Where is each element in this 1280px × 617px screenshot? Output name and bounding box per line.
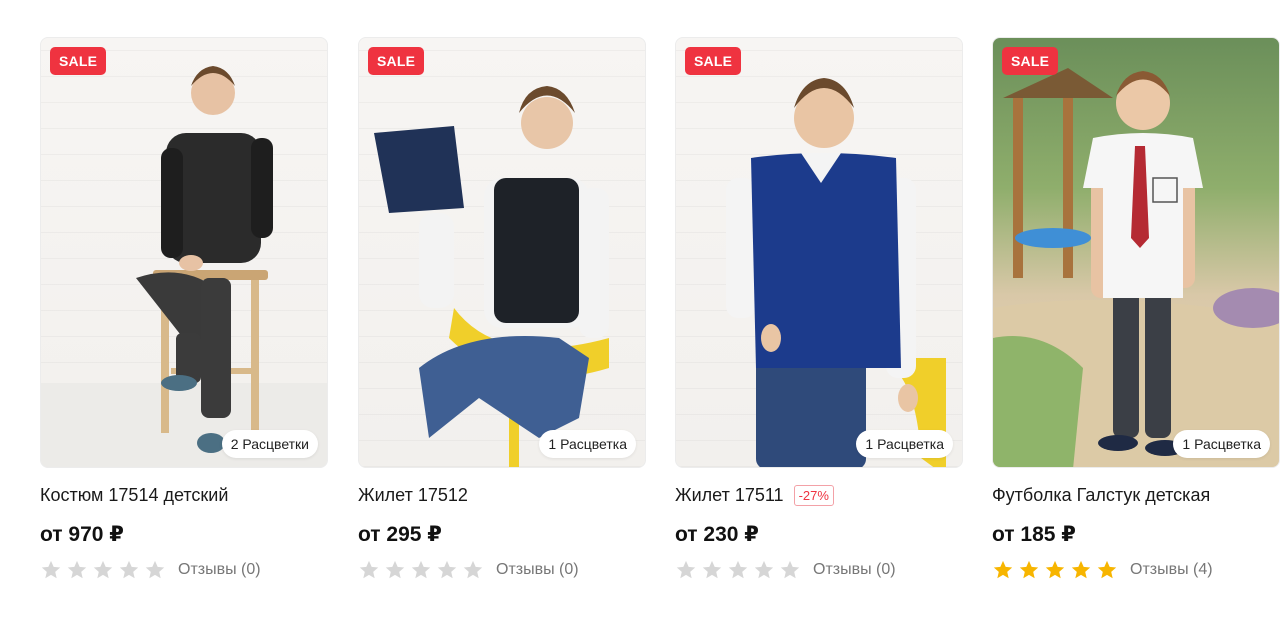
reviews-link[interactable]: Отзывы (4) — [1130, 561, 1213, 579]
product-title[interactable]: Жилет 17512 — [358, 485, 468, 506]
sale-badge: SALE — [50, 47, 107, 75]
sale-badge: SALE — [1002, 47, 1059, 75]
boy-in-vest-photo — [726, 78, 946, 467]
product-image[interactable]: SALE 2 Расцветки — [40, 37, 328, 468]
rating-row: Отзывы (4) — [992, 559, 1280, 581]
reviews-link[interactable]: Отзывы (0) — [496, 561, 579, 579]
star-icon — [993, 560, 1013, 579]
color-variants-badge[interactable]: 1 Расцветка — [856, 430, 953, 458]
product-title[interactable]: Жилет 17511 — [675, 485, 784, 506]
star-icon — [1019, 560, 1039, 579]
rating-stars — [40, 559, 166, 581]
star-icon — [728, 560, 748, 579]
product-image[interactable]: SALE 1 Расцветка — [675, 37, 963, 468]
star-icon — [1071, 560, 1091, 579]
product-title[interactable]: Футболка Галстук детская — [992, 485, 1210, 506]
rating-row: Отзывы (0) — [40, 559, 328, 581]
rating-row: Отзывы (0) — [675, 559, 963, 581]
star-icon — [145, 560, 165, 579]
star-icon — [67, 560, 87, 579]
boy-in-tshirt-photo — [993, 68, 1279, 467]
product-image[interactable]: SALE 1 Расцветка — [358, 37, 646, 468]
star-icon — [93, 560, 113, 579]
product-card[interactable]: SALE 1 Расцветка Жилет 17511 -27% от 230… — [675, 37, 963, 581]
star-icon — [676, 560, 696, 579]
star-icon — [359, 560, 379, 579]
title-row: Футболка Галстук детская — [992, 482, 1280, 508]
boy-in-suit-photo — [41, 66, 327, 467]
product-title[interactable]: Костюм 17514 детский — [40, 485, 228, 506]
sale-badge: SALE — [685, 47, 742, 75]
star-icon — [463, 560, 483, 579]
product-card[interactable]: SALE 1 Расцветка Футболка Галстук детска… — [992, 37, 1280, 581]
rating-stars — [358, 559, 484, 581]
rating-stars — [992, 559, 1118, 581]
title-row: Костюм 17514 детский — [40, 482, 328, 508]
reviews-link[interactable]: Отзывы (0) — [813, 561, 896, 579]
rating-row: Отзывы (0) — [358, 559, 646, 581]
color-variants-badge[interactable]: 2 Расцветки — [221, 430, 318, 458]
star-icon — [437, 560, 457, 579]
color-variants-badge[interactable]: 1 Расцветка — [1173, 430, 1270, 458]
sale-badge: SALE — [368, 47, 425, 75]
star-icon — [385, 560, 405, 579]
product-card[interactable]: SALE 1 Расцветка Жилет 17512 от 295 ₽ От… — [358, 37, 646, 581]
star-icon — [1045, 560, 1065, 579]
boy-reading-photo — [374, 86, 609, 467]
product-card[interactable]: SALE 2 Расцветки Костюм 17514 детский от… — [40, 37, 328, 581]
product-price: от 295 ₽ — [358, 523, 442, 546]
color-variants-badge[interactable]: 1 Расцветка — [539, 430, 636, 458]
product-price: от 970 ₽ — [40, 523, 124, 546]
rating-stars — [675, 559, 801, 581]
product-price: от 230 ₽ — [675, 523, 759, 546]
product-price: от 185 ₽ — [992, 523, 1076, 546]
title-row: Жилет 17511 -27% — [675, 482, 963, 508]
star-icon — [702, 560, 722, 579]
product-image[interactable]: SALE 1 Расцветка — [992, 37, 1280, 468]
reviews-link[interactable]: Отзывы (0) — [178, 561, 261, 579]
star-icon — [119, 560, 139, 579]
discount-badge: -27% — [793, 484, 834, 506]
product-grid: SALE 2 Расцветки Костюм 17514 детский от… — [40, 37, 1280, 597]
title-row: Жилет 17512 — [358, 482, 646, 508]
star-icon — [754, 560, 774, 579]
star-icon — [780, 560, 800, 579]
star-icon — [411, 560, 431, 579]
star-icon — [1097, 560, 1117, 579]
star-icon — [41, 560, 61, 579]
